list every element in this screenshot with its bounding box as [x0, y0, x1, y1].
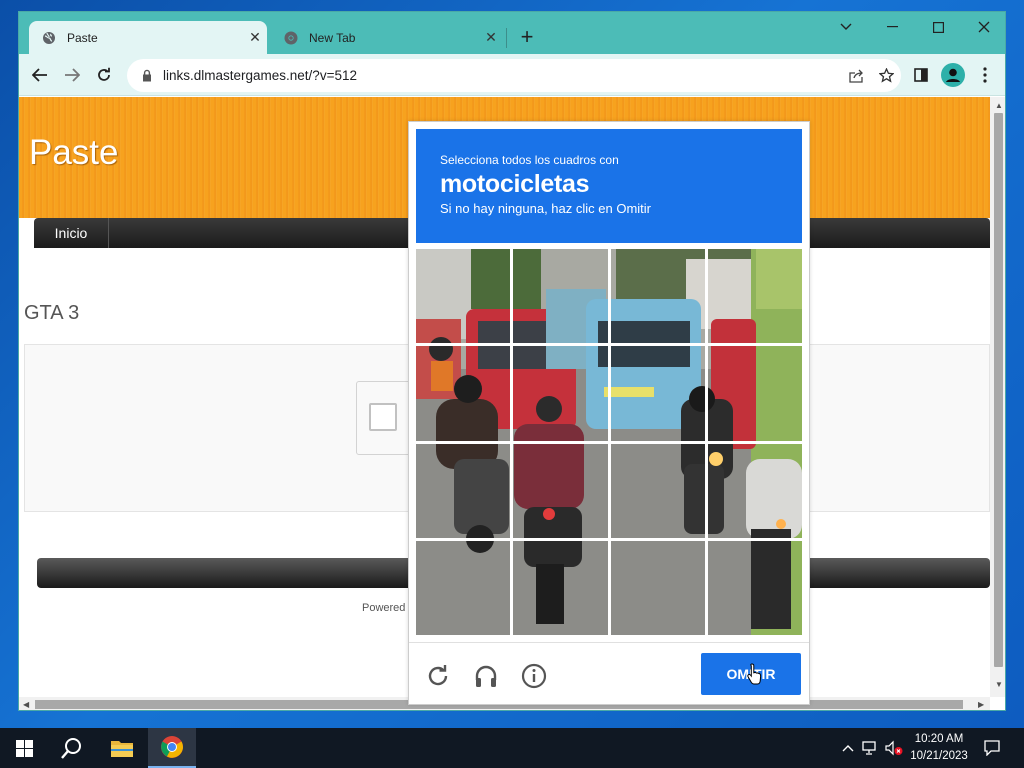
challenge-tile[interactable] — [416, 443, 511, 538]
tile-image — [416, 540, 511, 635]
tab-new-tab[interactable]: New Tab ✕ — [271, 21, 503, 54]
tile-image — [416, 249, 511, 344]
tile-image — [707, 540, 802, 635]
challenge-tile[interactable] — [610, 443, 705, 538]
minimize-icon[interactable] — [869, 12, 915, 42]
challenge-tile[interactable] — [513, 249, 608, 344]
reload-challenge-icon[interactable] — [423, 661, 453, 691]
tile-image — [513, 540, 608, 635]
network-icon[interactable] — [861, 738, 881, 758]
challenge-tile[interactable] — [610, 346, 705, 441]
close-tab-icon[interactable]: ✕ — [479, 29, 503, 46]
challenge-tile[interactable] — [513, 443, 608, 538]
challenge-tile[interactable] — [513, 346, 608, 441]
challenge-tile[interactable] — [416, 540, 511, 635]
volume-muted-icon[interactable] — [884, 738, 904, 758]
challenge-hint: Si no hay ninguna, haz clic en Omitir — [440, 201, 651, 216]
tile-image — [707, 249, 802, 344]
challenge-tile[interactable] — [610, 540, 705, 635]
challenge-tile[interactable] — [513, 540, 608, 635]
hand-cursor-icon — [747, 663, 762, 685]
notifications-icon[interactable] — [982, 738, 1002, 758]
tile-image — [610, 249, 705, 344]
share-icon[interactable] — [841, 62, 871, 90]
site-title[interactable]: Paste — [29, 133, 119, 173]
challenge-target: motocicletas — [440, 170, 590, 198]
tile-image — [513, 443, 608, 538]
challenge-image-grid — [416, 249, 802, 635]
new-tab-button[interactable]: + — [515, 26, 539, 48]
recaptcha-checkbox[interactable] — [369, 403, 397, 431]
tile-image — [707, 443, 802, 538]
powered-by-text: Powered — [362, 602, 406, 614]
maximize-icon[interactable] — [915, 12, 961, 42]
tile-image — [707, 346, 802, 441]
scroll-left-icon[interactable]: ◀ — [23, 700, 29, 709]
tab-divider — [506, 28, 507, 48]
show-hidden-icons-icon[interactable] — [838, 738, 858, 758]
tab-strip: Paste ✕ New Tab ✕ + — [19, 12, 1005, 54]
tile-image — [610, 540, 705, 635]
tile-image — [610, 346, 705, 441]
taskbar: 10:20 AM 10/21/2023 — [0, 728, 1024, 768]
reload-icon[interactable] — [90, 61, 118, 89]
file-explorer-icon[interactable] — [98, 728, 146, 768]
close-tab-icon[interactable]: ✕ — [243, 29, 267, 46]
address-bar[interactable]: links.dlmastergames.net/?v=512 — [127, 59, 901, 92]
tile-image — [416, 443, 511, 538]
search-icon[interactable] — [48, 728, 96, 768]
audio-challenge-icon[interactable] — [471, 661, 501, 691]
tile-image — [416, 346, 511, 441]
scroll-right-icon[interactable]: ▶ — [978, 700, 984, 709]
chrome-icon — [283, 30, 299, 46]
tile-image — [513, 346, 608, 441]
challenge-header: Selecciona todos los cuadros con motocic… — [416, 129, 802, 243]
globe-icon — [41, 30, 57, 46]
challenge-tile[interactable] — [707, 249, 802, 344]
url-text[interactable]: links.dlmastergames.net/?v=512 — [163, 68, 841, 83]
tile-image — [513, 249, 608, 344]
challenge-tile[interactable] — [610, 249, 705, 344]
system-clock[interactable]: 10:20 AM 10/21/2023 — [906, 731, 972, 765]
menu-kebab-icon[interactable] — [971, 61, 999, 89]
challenge-instruction: Selecciona todos los cuadros con — [440, 153, 619, 167]
windows-start-icon[interactable] — [0, 728, 48, 768]
scroll-down-icon[interactable]: ▼ — [995, 680, 1003, 689]
challenge-tile[interactable] — [416, 346, 511, 441]
browser-window: Paste ✕ New Tab ✕ + links.dlmastergames.… — [18, 11, 1006, 711]
tile-image — [610, 443, 705, 538]
side-panel-icon[interactable] — [907, 61, 935, 89]
bookmark-star-icon[interactable] — [871, 62, 901, 90]
browser-toolbar: links.dlmastergames.net/?v=512 — [19, 54, 1005, 96]
tab-title: Paste — [67, 30, 98, 45]
info-icon[interactable] — [519, 661, 549, 691]
clock-date: 10/21/2023 — [910, 750, 968, 762]
close-window-icon[interactable] — [961, 12, 1005, 42]
clock-time: 10:20 AM — [914, 733, 964, 745]
chrome-taskbar-icon[interactable] — [148, 728, 196, 768]
challenge-tile[interactable] — [707, 540, 802, 635]
scroll-up-icon[interactable]: ▲ — [995, 101, 1003, 110]
recaptcha-challenge: Selecciona todos los cuadros con motocic… — [408, 121, 810, 705]
nav-item-inicio[interactable]: Inicio — [34, 218, 109, 248]
tab-title: New Tab — [309, 30, 356, 45]
lock-icon[interactable] — [139, 68, 155, 84]
vertical-scrollbar-thumb[interactable] — [994, 113, 1003, 667]
page-title: GTA 3 — [24, 302, 80, 324]
challenge-tile[interactable] — [416, 249, 511, 344]
tab-search-icon[interactable] — [823, 12, 869, 42]
challenge-tile[interactable] — [707, 443, 802, 538]
back-icon[interactable] — [26, 61, 54, 89]
profile-avatar-icon[interactable] — [939, 61, 967, 89]
tab-paste[interactable]: Paste ✕ — [29, 21, 267, 54]
forward-icon[interactable] — [58, 61, 86, 89]
challenge-tile[interactable] — [707, 346, 802, 441]
